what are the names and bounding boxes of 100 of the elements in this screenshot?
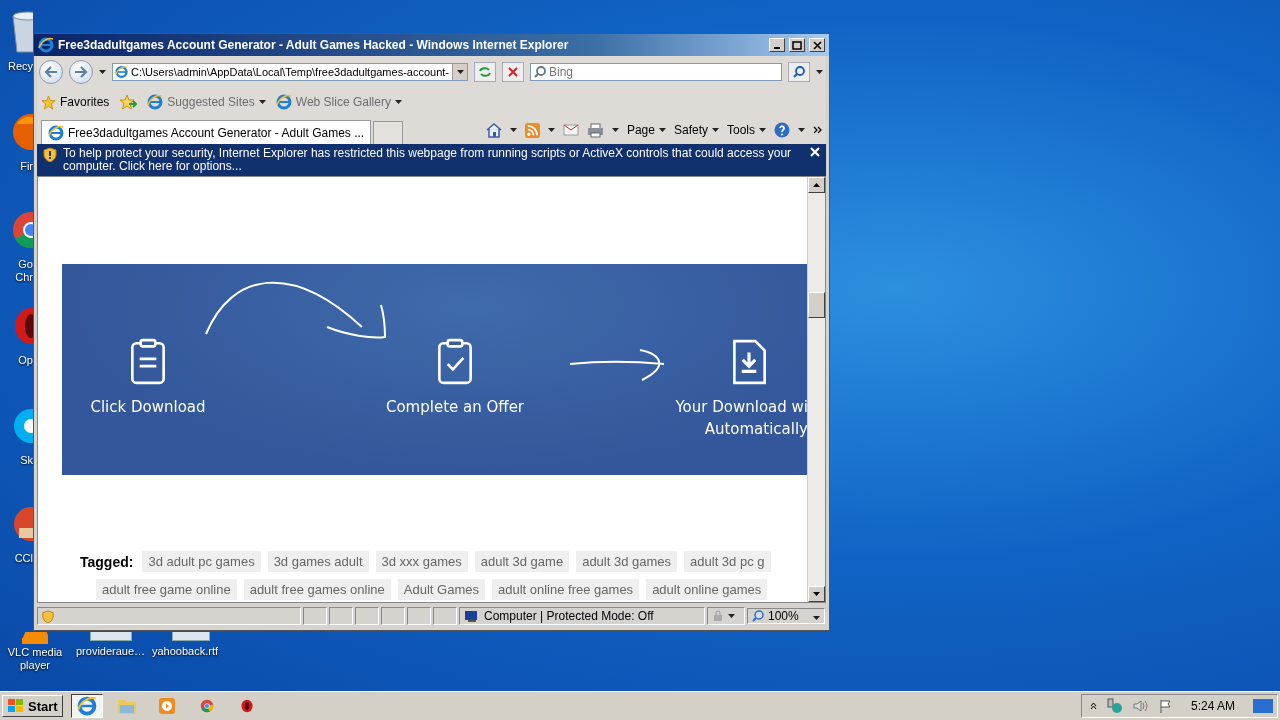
tag-link[interactable]: adult 3d games bbox=[576, 551, 678, 572]
scroll-down-button[interactable] bbox=[808, 586, 825, 602]
caret-icon bbox=[759, 128, 766, 132]
status-pane bbox=[355, 607, 379, 625]
vlc-icon[interactable] bbox=[22, 632, 48, 644]
search-button[interactable] bbox=[788, 62, 810, 82]
add-favorite-icon[interactable] bbox=[119, 94, 138, 110]
caret-icon bbox=[509, 128, 517, 132]
stop-icon bbox=[508, 67, 518, 77]
shield-icon bbox=[42, 609, 54, 623]
favorites-link[interactable]: Web Slice Gallery bbox=[275, 94, 402, 110]
status-pane bbox=[329, 607, 353, 625]
taskbar-app[interactable] bbox=[70, 694, 103, 718]
shield-icon bbox=[43, 147, 57, 162]
zoom-button[interactable]: 100% bbox=[747, 608, 825, 624]
ie-logo-icon bbox=[76, 696, 97, 716]
close-icon[interactable] bbox=[810, 147, 820, 157]
volume-icon[interactable] bbox=[1132, 699, 1149, 713]
favorites-link[interactable]: Suggested Sites bbox=[147, 94, 266, 110]
tag-link[interactable]: adult 3d game bbox=[474, 551, 570, 572]
back-button[interactable] bbox=[39, 60, 63, 84]
close-icon bbox=[812, 40, 822, 50]
caret-icon bbox=[798, 128, 805, 132]
command-menu[interactable]: Tools bbox=[727, 123, 766, 137]
window-title: Free3dadultgames Account Generator - Adult Games Hacked - Windows Internet Explorer bbox=[58, 38, 570, 52]
address-bar[interactable]: C:\Users\admin\AppData\Local\Temp\free3dadultgames-account- bbox=[112, 63, 468, 81]
close-button[interactable] bbox=[809, 38, 825, 52]
icon-label: Go Chr bbox=[15, 258, 33, 284]
refresh-icon bbox=[478, 66, 492, 78]
caret-icon bbox=[394, 100, 402, 104]
ie-logo-icon bbox=[48, 124, 64, 141]
print-icon[interactable] bbox=[586, 122, 604, 138]
ie-logo-icon bbox=[38, 37, 54, 53]
icon-label: Sk bbox=[20, 454, 33, 467]
step-label: Click Download bbox=[90, 397, 206, 418]
feed-icon[interactable] bbox=[524, 122, 540, 138]
ie-logo-icon bbox=[275, 94, 292, 110]
start-button[interactable]: Start bbox=[2, 695, 63, 717]
status-pane bbox=[303, 607, 327, 625]
new-tab-button[interactable] bbox=[373, 121, 404, 144]
tag-link[interactable]: adult free game online bbox=[96, 579, 237, 600]
status-pane bbox=[433, 607, 457, 625]
play-icon bbox=[157, 697, 176, 715]
stop-button[interactable] bbox=[502, 62, 524, 82]
tag-link[interactable]: 3d adult pc games bbox=[142, 551, 261, 572]
caret-icon bbox=[712, 128, 719, 132]
scrollbar[interactable] bbox=[807, 177, 825, 602]
maximize-icon bbox=[792, 40, 802, 50]
forward-button[interactable] bbox=[69, 60, 93, 84]
step-label: Your Download wi Automatically bbox=[675, 397, 807, 440]
icon-label: Fir bbox=[20, 160, 33, 173]
zoom-icon bbox=[752, 610, 764, 622]
tag-link[interactable]: adult 3d pc g bbox=[684, 551, 771, 572]
icon-label: Op bbox=[18, 354, 33, 367]
maximize-button[interactable] bbox=[789, 38, 805, 52]
check-step-icon bbox=[436, 338, 474, 386]
status-pane bbox=[407, 607, 431, 625]
caret-icon bbox=[728, 614, 735, 618]
caret-icon bbox=[258, 100, 266, 104]
windows-logo-icon bbox=[7, 698, 25, 714]
clock[interactable]: 5:24 AM bbox=[1190, 699, 1235, 713]
status-pane bbox=[381, 607, 405, 625]
command-menu[interactable]: Page bbox=[626, 123, 666, 137]
search-options-caret-icon bbox=[816, 70, 823, 74]
search-field[interactable]: Bing bbox=[530, 63, 782, 81]
home-icon[interactable] bbox=[485, 122, 502, 138]
caret-icon bbox=[611, 128, 619, 132]
favorites-button[interactable]: Favorites bbox=[41, 94, 110, 110]
ie-logo-icon bbox=[115, 64, 129, 80]
command-menu[interactable]: Safety bbox=[673, 123, 719, 137]
security-zone-text: Computer | Protected Mode: Off bbox=[484, 609, 654, 623]
minimize-button[interactable] bbox=[769, 38, 785, 52]
mail-icon[interactable] bbox=[562, 124, 579, 136]
forward-arrow-icon bbox=[74, 66, 88, 78]
caret-icon bbox=[813, 616, 820, 620]
icon-label: yahooback.rtf bbox=[152, 645, 219, 657]
star-icon bbox=[41, 94, 56, 110]
chevron-up-icon[interactable] bbox=[1089, 702, 1097, 710]
down-arrow-icon bbox=[813, 592, 820, 596]
tag-link[interactable]: adult online free games bbox=[491, 579, 640, 600]
tag-link[interactable]: Adult Games bbox=[397, 579, 485, 600]
tag-link[interactable]: 3d xxx games bbox=[375, 551, 468, 572]
help-icon[interactable] bbox=[774, 122, 790, 138]
search-icon bbox=[534, 66, 546, 78]
scroll-thumb[interactable] bbox=[808, 291, 825, 318]
flag-icon[interactable] bbox=[1158, 699, 1173, 713]
scroll-up-button[interactable] bbox=[808, 177, 825, 193]
chevron-icon[interactable] bbox=[813, 126, 822, 134]
caret-icon bbox=[658, 128, 666, 132]
refresh-button[interactable] bbox=[474, 62, 496, 82]
icon-label: CCl bbox=[14, 552, 33, 565]
tag-link[interactable]: adult online games bbox=[646, 579, 768, 600]
icon-label: Recy bbox=[7, 60, 33, 73]
folder-icon bbox=[116, 697, 137, 715]
tag-link[interactable]: adult free games online bbox=[243, 579, 391, 600]
download-step-icon bbox=[730, 338, 768, 386]
tag-link[interactable]: 3d games adult bbox=[267, 551, 369, 572]
browser-tab[interactable]: Free3dadultgames Account Generator - Adult Games ... bbox=[41, 120, 372, 144]
ie-logo-icon bbox=[147, 94, 164, 110]
network-icon[interactable] bbox=[1106, 698, 1123, 714]
